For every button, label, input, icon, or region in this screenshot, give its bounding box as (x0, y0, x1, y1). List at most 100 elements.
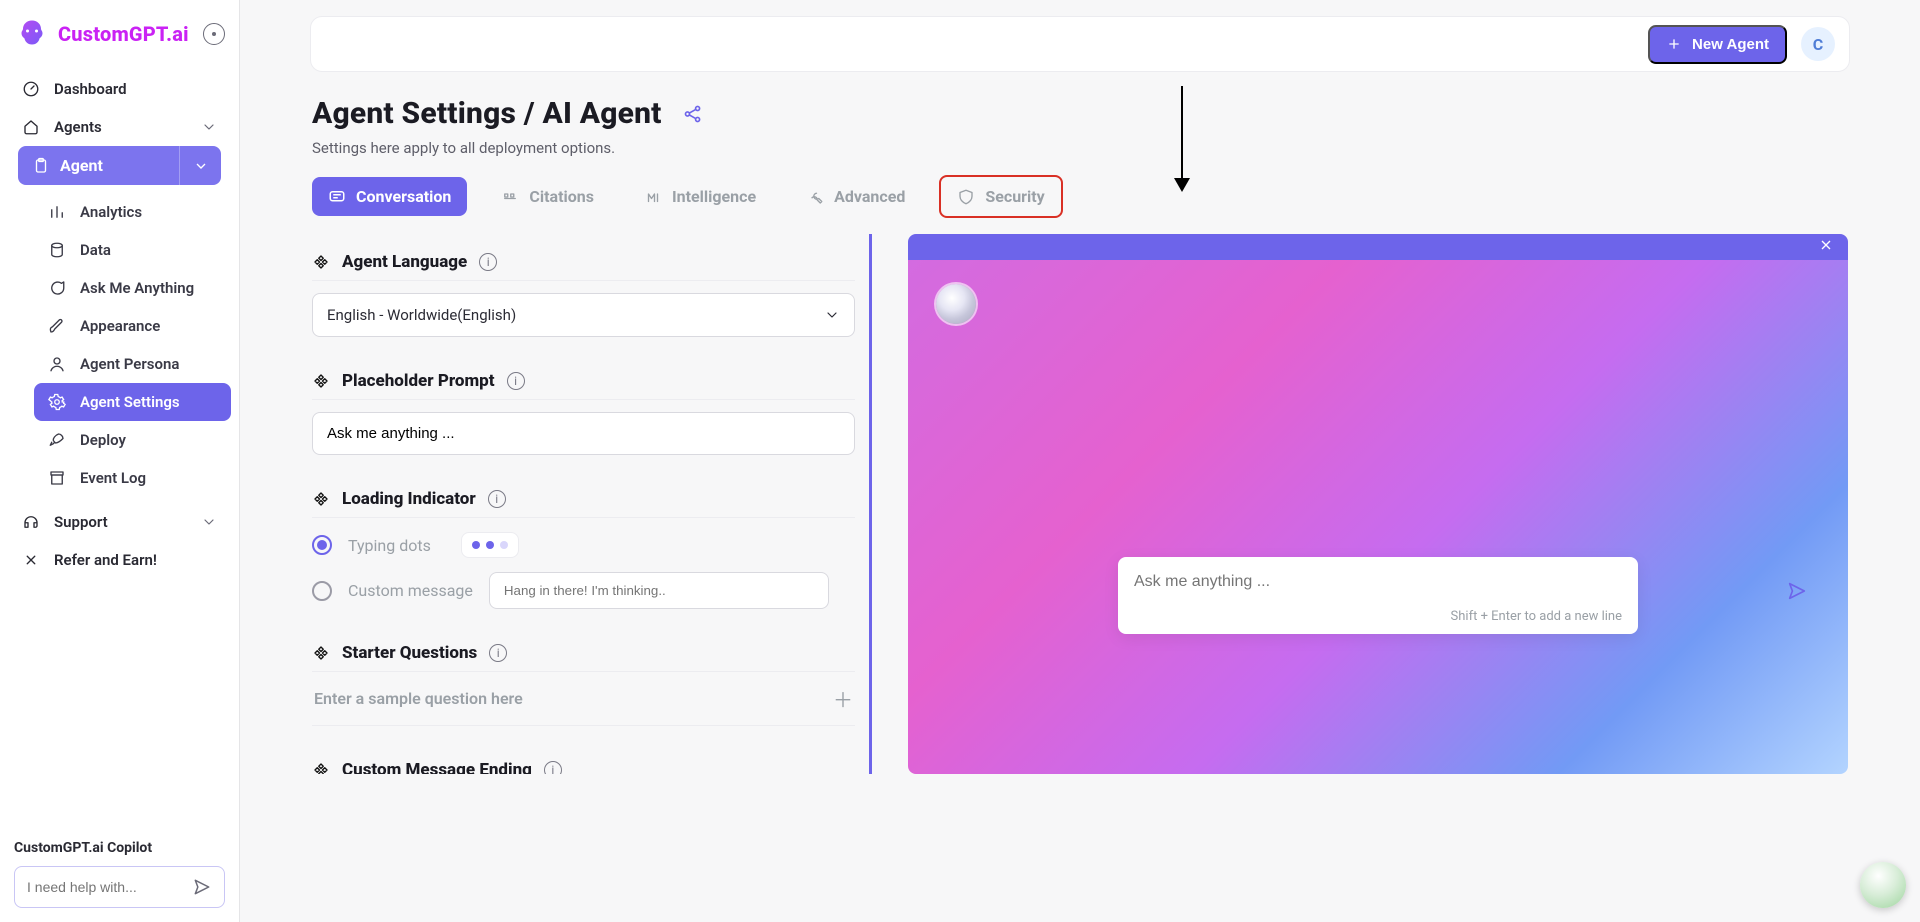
nav-event-log[interactable]: Event Log (34, 459, 231, 497)
radio-label: Typing dots (348, 536, 431, 555)
section-loading-indicator: Loading Indicator (342, 489, 476, 509)
topbar: New Agent C (310, 16, 1850, 72)
info-icon[interactable]: i (488, 490, 506, 508)
share-button[interactable] (678, 99, 708, 129)
nav-agent-settings[interactable]: Agent Settings (34, 383, 231, 421)
tab-advanced[interactable]: Advanced (790, 177, 921, 216)
nav-label: Analytics (80, 203, 142, 221)
floating-support-avatar[interactable] (1860, 862, 1906, 908)
diamond-icon (312, 644, 330, 662)
agent-avatar (936, 284, 976, 324)
user-avatar[interactable]: C (1801, 27, 1835, 61)
nav-label: Agent Settings (80, 393, 180, 411)
starter-question-row[interactable]: Enter a sample question here ＋ (312, 672, 855, 726)
nav-agent-persona[interactable]: Agent Persona (34, 345, 231, 383)
nav-ask-anything[interactable]: Ask Me Anything (34, 269, 231, 307)
placeholder-prompt-input[interactable] (327, 425, 840, 442)
page-title: Agent Settings / AI Agent (312, 96, 662, 131)
nav-label: Data (80, 241, 111, 259)
section-custom-ending: Custom Message Ending (342, 760, 532, 774)
diamond-icon (312, 253, 330, 271)
radio-custom-message[interactable] (312, 581, 332, 601)
wrench-icon (806, 188, 824, 206)
send-icon (1786, 580, 1808, 602)
info-icon[interactable]: i (544, 761, 562, 774)
page-subtitle: Settings here apply to all deployment op… (312, 139, 1848, 157)
chevron-down-icon (201, 514, 217, 530)
typing-dots-preview (461, 532, 519, 558)
chevron-down-icon (201, 119, 217, 135)
agent-language-select[interactable]: English - Worldwide(English) (312, 293, 855, 337)
nav-analytics[interactable]: Analytics (34, 193, 231, 231)
new-agent-label: New Agent (1692, 36, 1769, 53)
nav-refer[interactable]: Refer and Earn! (8, 541, 231, 579)
diamond-icon (312, 372, 330, 390)
send-icon[interactable] (192, 877, 212, 897)
preview-close-button[interactable] (1818, 237, 1834, 257)
starter-placeholder: Enter a sample question here (314, 689, 523, 708)
copilot-input-wrap[interactable] (14, 866, 225, 908)
section-starter-questions: Starter Questions (342, 643, 477, 663)
gear-icon (48, 393, 66, 411)
info-icon[interactable]: i (489, 644, 507, 662)
nav-label: Appearance (80, 317, 160, 335)
sidebar-collapse-button[interactable] (203, 23, 225, 45)
nav-agent-group: Agent (18, 146, 221, 185)
analytics-icon (48, 203, 66, 221)
chevron-down-icon (824, 307, 840, 323)
nav-agents[interactable]: Agents (8, 108, 231, 146)
nav-label: Agents (54, 118, 102, 136)
tab-security[interactable]: Security (939, 175, 1062, 218)
preview-send-button[interactable] (1786, 580, 1808, 606)
nav-agent-toggle[interactable] (179, 146, 221, 185)
section-agent-language: Agent Language (342, 252, 467, 272)
nav-label: Event Log (80, 469, 146, 487)
nav-label: Agent Persona (80, 355, 179, 373)
nav-deploy[interactable]: Deploy (34, 421, 231, 459)
plus-icon[interactable]: ＋ (833, 684, 853, 713)
tab-conversation[interactable]: Conversation (312, 177, 467, 216)
preview-panel: Shift + Enter to add a new line (908, 234, 1848, 774)
nav-agent[interactable]: Agent (18, 146, 179, 185)
placeholder-prompt-input-wrap[interactable] (312, 412, 855, 455)
brain-icon (14, 16, 50, 52)
diamond-icon (312, 490, 330, 508)
radio-typing-dots[interactable] (312, 535, 332, 555)
headset-icon (22, 513, 40, 531)
section-placeholder-prompt: Placeholder Prompt (342, 371, 495, 391)
tab-intelligence[interactable]: Intelligence (628, 177, 772, 216)
archive-icon (48, 469, 66, 487)
nav-label: Support (54, 513, 108, 531)
info-icon[interactable]: i (507, 372, 525, 390)
nav-label: Dashboard (54, 80, 127, 98)
settings-tabs: Conversation Citations Intelligence Adva… (312, 175, 1848, 218)
copilot-title: CustomGPT.ai Copilot (0, 840, 239, 856)
nav-data[interactable]: Data (34, 231, 231, 269)
close-icon (1818, 237, 1834, 253)
info-icon[interactable]: i (479, 253, 497, 271)
tab-citations[interactable]: Citations (485, 177, 610, 216)
shift-hint: Shift + Enter to add a new line (1451, 609, 1622, 624)
diamond-icon (312, 761, 330, 774)
share-icon (682, 103, 704, 125)
shield-icon (957, 188, 975, 206)
new-agent-button[interactable]: New Agent (1648, 25, 1787, 64)
home-icon (22, 118, 40, 136)
brand-logo[interactable]: CustomGPT.ai (14, 16, 189, 52)
preview-input[interactable] (1134, 573, 1622, 591)
message-icon (328, 188, 346, 206)
copilot-input[interactable] (27, 879, 177, 895)
nav-support[interactable]: Support (8, 503, 231, 541)
rocket-icon (48, 431, 66, 449)
custom-message-input[interactable] (489, 572, 829, 609)
preview-chatbox[interactable]: Shift + Enter to add a new line (1118, 557, 1638, 634)
radio-label: Custom message (348, 581, 473, 600)
persona-icon (48, 355, 66, 373)
nav-appearance[interactable]: Appearance (34, 307, 231, 345)
nav-label: Agent (60, 156, 103, 175)
plus-icon (1666, 36, 1682, 52)
database-icon (48, 241, 66, 259)
settings-panel: Agent Language i English - Worldwide(Eng… (312, 234, 872, 774)
nav-dashboard[interactable]: Dashboard (8, 70, 231, 108)
clipboard-icon (32, 157, 50, 175)
